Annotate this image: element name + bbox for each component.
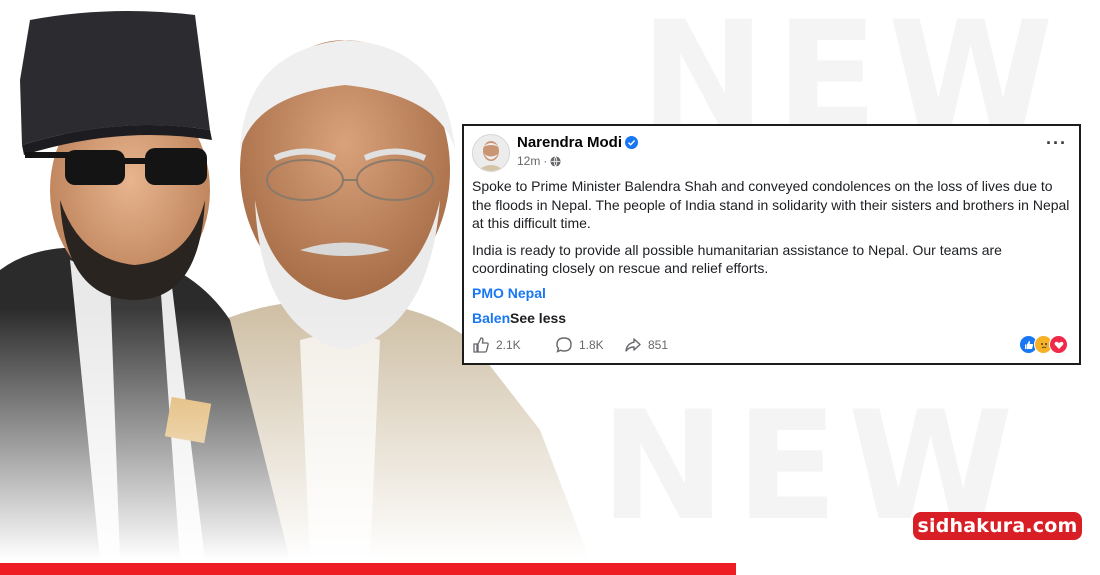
thumbs-up-icon xyxy=(473,337,489,353)
verified-badge-icon xyxy=(625,136,638,149)
post-paragraph-1: Spoke to Prime Minister Balendra Shah an… xyxy=(472,178,1070,231)
comment-icon xyxy=(556,337,572,353)
share-action[interactable]: 851 xyxy=(624,336,668,354)
meta-separator: · xyxy=(543,154,548,168)
like-action[interactable]: 2.1K xyxy=(472,336,521,354)
site-logo-badge: sidhakura.com xyxy=(913,512,1082,540)
post-meta: 12m · xyxy=(517,154,561,168)
post-paragraph-2: India is ready to provide all possible h… xyxy=(472,241,1002,277)
comment-action[interactable]: 1.8K xyxy=(555,336,604,354)
mention-balen[interactable]: Balen xyxy=(472,310,510,326)
post-timestamp[interactable]: 12m xyxy=(517,154,540,168)
reaction-icons[interactable] xyxy=(1019,335,1068,354)
love-reaction-icon xyxy=(1049,335,1068,354)
post-stats-bar: 2.1K 1.8K 851 xyxy=(472,335,1072,356)
comments-count: 1.8K xyxy=(579,338,604,352)
shares-count: 851 xyxy=(648,338,669,352)
mention-pmo-nepal[interactable]: PMO Nepal xyxy=(472,285,546,301)
share-icon xyxy=(625,338,641,352)
author-avatar[interactable] xyxy=(472,134,510,172)
more-options-icon[interactable]: ··· xyxy=(1046,134,1067,152)
globe-icon xyxy=(550,155,561,167)
post-text: Spoke to Prime Minister Balendra Shah an… xyxy=(472,177,1072,286)
author-name[interactable]: Narendra Modi xyxy=(517,134,622,151)
see-less-link[interactable]: See less xyxy=(510,310,566,326)
likes-count: 2.1K xyxy=(496,338,521,352)
red-bottom-bar xyxy=(0,563,736,575)
facebook-post-card: Narendra Modi 12m · ··· Spoke to Prime M… xyxy=(462,124,1081,365)
